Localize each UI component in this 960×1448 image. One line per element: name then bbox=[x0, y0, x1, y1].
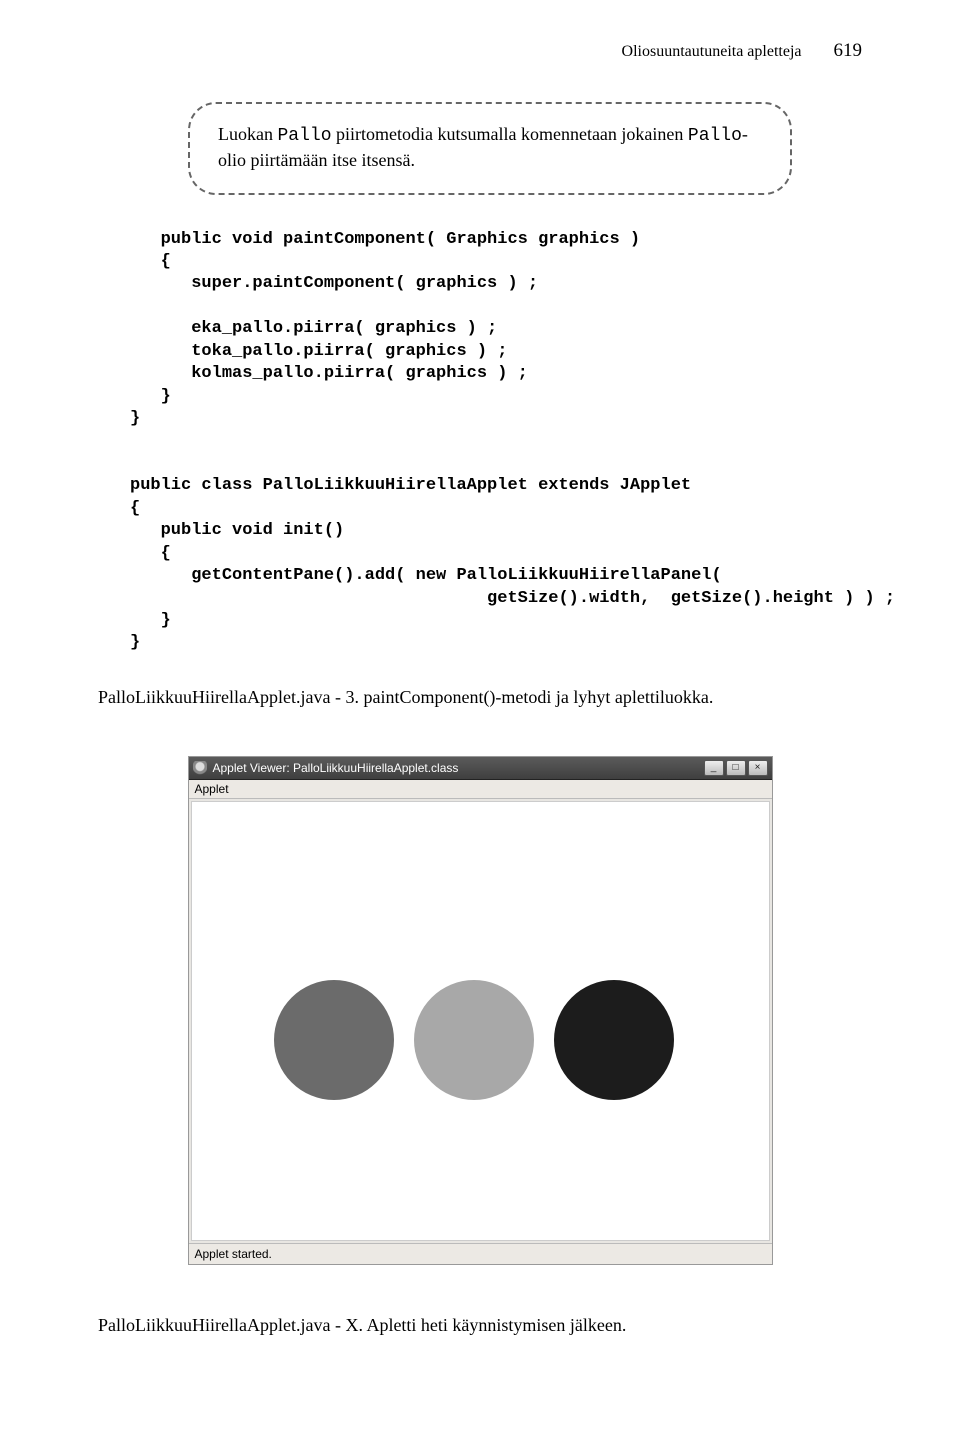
menu-bar[interactable]: Applet bbox=[189, 780, 772, 799]
caption-1: PalloLiikkuuHiirellaApplet.java - 3. pai… bbox=[98, 687, 862, 708]
status-bar: Applet started. bbox=[189, 1243, 772, 1264]
caption-2-desc: Apletti heti käynnistymisen jälkeen. bbox=[363, 1315, 626, 1335]
caption-2-filename: PalloLiikkuuHiirellaApplet.java - X. bbox=[98, 1315, 363, 1335]
java-cup-icon bbox=[193, 761, 207, 775]
page-header: Oliosuuntautuneita apletteja 619 bbox=[98, 40, 862, 62]
maximize-button[interactable]: □ bbox=[726, 760, 746, 776]
callout-code-2: Pallo bbox=[688, 126, 742, 146]
applet-canvas[interactable] bbox=[191, 801, 770, 1241]
close-button[interactable]: × bbox=[748, 760, 768, 776]
applet-window: Applet Viewer: PalloLiikkuuHiirellaApple… bbox=[188, 756, 773, 1265]
callout-box: Luokan Pallo piirtometodia kutsumalla ko… bbox=[188, 102, 792, 195]
running-title: Oliosuuntautuneita apletteja bbox=[622, 43, 802, 60]
caption-2: PalloLiikkuuHiirellaApplet.java - X. Apl… bbox=[98, 1315, 862, 1336]
caption-1-desc: paintComponent()-metodi ja lyhyt apletti… bbox=[359, 687, 713, 707]
caption-1-filename: PalloLiikkuuHiirellaApplet.java - 3. bbox=[98, 687, 359, 707]
callout-text-2: piirtometodia kutsumalla komennetaan jok… bbox=[332, 124, 688, 144]
ball-1[interactable] bbox=[274, 980, 394, 1100]
menu-applet[interactable]: Applet bbox=[195, 782, 229, 796]
code-listing: public void paintComponent( Graphics gra… bbox=[98, 229, 862, 655]
window-title: Applet Viewer: PalloLiikkuuHiirellaApple… bbox=[213, 761, 704, 775]
page-number: 619 bbox=[834, 40, 863, 61]
window-titlebar[interactable]: Applet Viewer: PalloLiikkuuHiirellaApple… bbox=[189, 757, 772, 780]
ball-2[interactable] bbox=[414, 980, 534, 1100]
callout-text-1: Luokan bbox=[218, 124, 277, 144]
callout-code-1: Pallo bbox=[277, 126, 331, 146]
ball-3[interactable] bbox=[554, 980, 674, 1100]
minimize-button[interactable]: _ bbox=[704, 760, 724, 776]
